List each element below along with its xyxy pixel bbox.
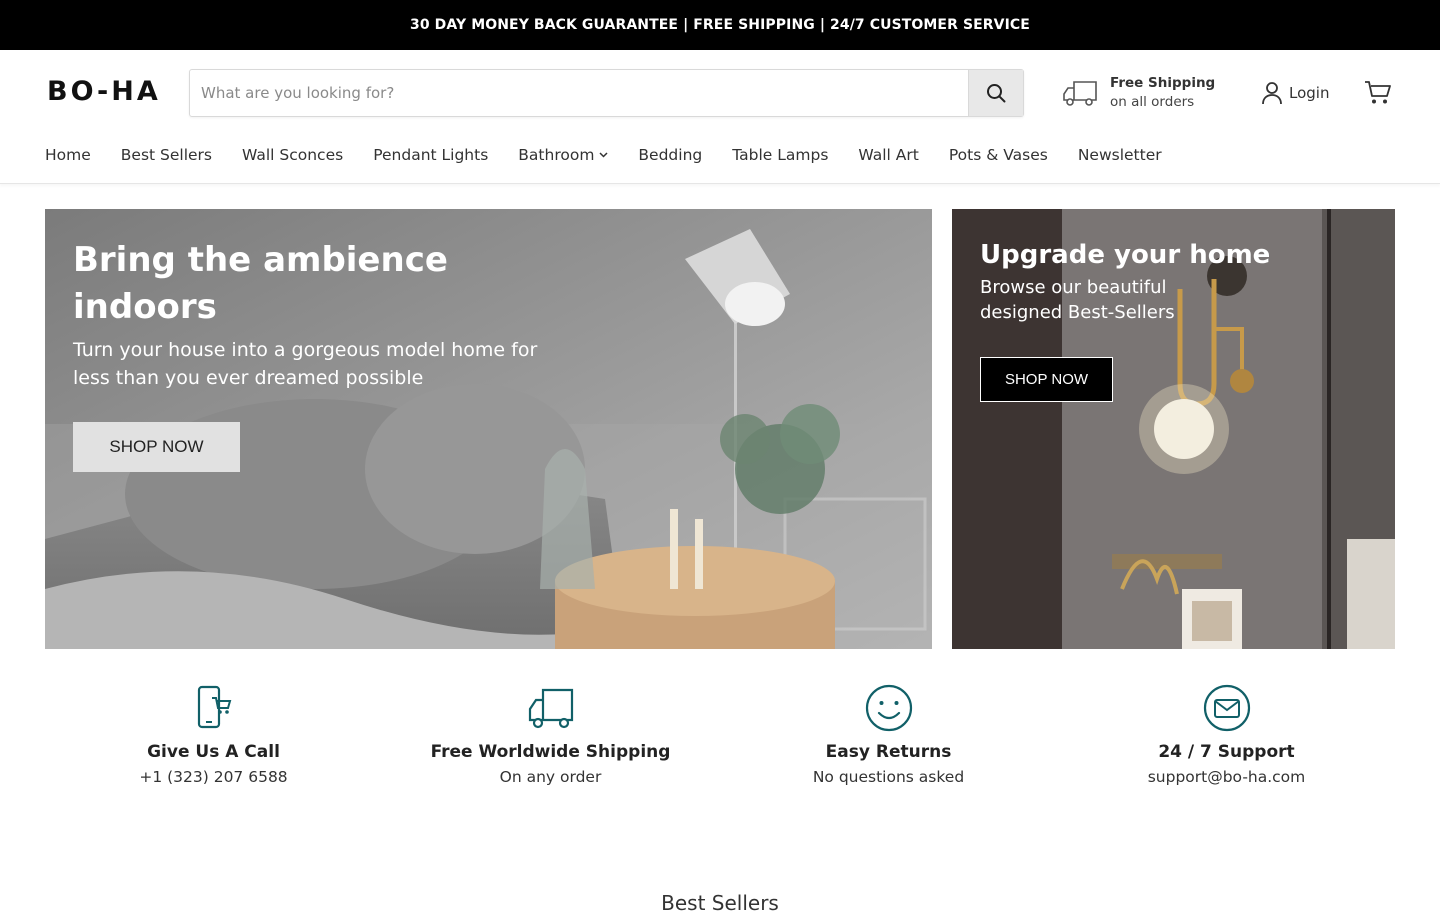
search-bar xyxy=(189,69,1024,117)
announcement-text: 30 DAY MONEY BACK GUARANTEE | FREE SHIPP… xyxy=(410,17,1030,33)
feature-shipping-subtitle: On any order xyxy=(499,768,602,786)
shipping-promo: Free Shipping on all orders xyxy=(1062,74,1215,112)
features-row: Give Us A Call +1 (323) 207 6588 Free Wo… xyxy=(45,684,1395,804)
feature-shipping-title: Free Worldwide Shipping xyxy=(430,742,671,762)
nav-label: Wall Art xyxy=(858,146,919,164)
envelope-icon xyxy=(1203,684,1250,732)
login-link[interactable]: Login xyxy=(1262,81,1329,105)
nav-item-wall-art[interactable]: Wall Art xyxy=(858,146,918,164)
nav-item-newsletter[interactable]: Newsletter xyxy=(1078,146,1162,164)
nav-label: Bedding xyxy=(638,146,703,164)
chevron-down-icon xyxy=(599,152,608,158)
hero-side-text-line2: designed Best-Sellers xyxy=(980,302,1175,323)
cart-button[interactable] xyxy=(1364,80,1391,109)
hero-main-title-line2: indoors xyxy=(73,287,217,327)
search-input[interactable] xyxy=(190,70,968,116)
feature-call-title: Give Us A Call xyxy=(147,742,280,762)
best-sellers-section-title: Best Sellers xyxy=(661,891,779,915)
search-button[interactable] xyxy=(968,70,1023,116)
shipping-subtitle: on all orders xyxy=(1110,94,1195,110)
nav-label: Bathroom xyxy=(518,146,595,164)
hero-banner-main[interactable]: Bring the ambience indoors Turn your hou… xyxy=(45,209,932,649)
hero-main-text-line1: Turn your house into a gorgeous model ho… xyxy=(73,339,538,361)
nav-label: Wall Sconces xyxy=(242,146,344,164)
nav-item-pendant-lights[interactable]: Pendant Lights xyxy=(373,146,488,164)
hero-main-title-line1: Bring the ambience xyxy=(73,240,448,280)
hero-side-shop-now-button[interactable]: SHOP NOW xyxy=(980,357,1113,402)
nav-label: Home xyxy=(45,146,91,164)
announcement-bar: 30 DAY MONEY BACK GUARANTEE | FREE SHIPP… xyxy=(0,0,1440,50)
nav-label: Pendant Lights xyxy=(373,146,489,164)
nav-label: Table Lamps xyxy=(732,146,829,164)
hero-side-text: Browse our beautiful designed Best-Selle… xyxy=(980,275,1175,325)
search-icon xyxy=(987,84,1006,103)
user-icon xyxy=(1262,82,1282,105)
login-label: Login xyxy=(1289,84,1330,102)
feature-support-title: 24 / 7 Support xyxy=(1158,742,1295,762)
nav-label: Pots & Vases xyxy=(948,146,1048,164)
feature-returns-title: Easy Returns xyxy=(825,742,952,762)
feature-support-email[interactable]: support@bo-ha.com xyxy=(1058,768,1395,786)
shipping-title: Free Shipping xyxy=(1110,75,1216,91)
feature-shipping: Free Worldwide Shipping On any order xyxy=(382,684,719,786)
site-header: BO-HA Free Shipping on all orders Login … xyxy=(0,50,1440,184)
feature-returns: Easy Returns No questions asked xyxy=(720,684,1057,786)
logo[interactable]: BO-HA xyxy=(47,76,161,107)
nav-item-best-sellers[interactable]: Best Sellers xyxy=(121,146,212,164)
hero-main-text: Turn your house into a gorgeous model ho… xyxy=(73,336,537,392)
phone-cart-icon xyxy=(197,685,231,729)
feature-call-phone[interactable]: +1 (323) 207 6588 xyxy=(45,768,382,786)
hero-side-text-line1: Browse our beautiful xyxy=(980,277,1167,298)
nav-label: Newsletter xyxy=(1077,146,1162,164)
hero-main-shop-now-button[interactable]: SHOP NOW xyxy=(73,422,240,472)
cart-icon xyxy=(1365,81,1391,104)
smiley-icon xyxy=(865,684,912,732)
truck-icon xyxy=(1063,81,1097,106)
nav-item-wall-sconces[interactable]: Wall Sconces xyxy=(242,146,343,164)
nav-label: Best Sellers xyxy=(120,146,213,164)
nav-item-pots-vases[interactable]: Pots & Vases xyxy=(949,146,1048,164)
hero-banner-side[interactable]: Upgrade your home Browse our beautiful d… xyxy=(952,209,1395,649)
hero-main-title: Bring the ambience indoors xyxy=(73,237,448,331)
feature-support: 24 / 7 Support support@bo-ha.com xyxy=(1058,684,1395,786)
hero-side-title: Upgrade your home xyxy=(980,240,1271,270)
hero-main-text-line2: less than you ever dreamed possible xyxy=(73,367,424,389)
nav-item-bedding[interactable]: Bedding xyxy=(638,146,702,164)
nav-item-bathroom[interactable]: Bathroom xyxy=(518,146,608,164)
nav-item-table-lamps[interactable]: Table Lamps xyxy=(732,146,828,164)
feature-call: Give Us A Call +1 (323) 207 6588 xyxy=(45,684,382,786)
nav-item-home[interactable]: Home xyxy=(45,146,91,164)
main-nav: Home Best Sellers Wall Sconces Pendant L… xyxy=(45,144,1192,166)
feature-returns-subtitle: No questions asked xyxy=(812,768,965,786)
truck-icon xyxy=(528,688,573,729)
